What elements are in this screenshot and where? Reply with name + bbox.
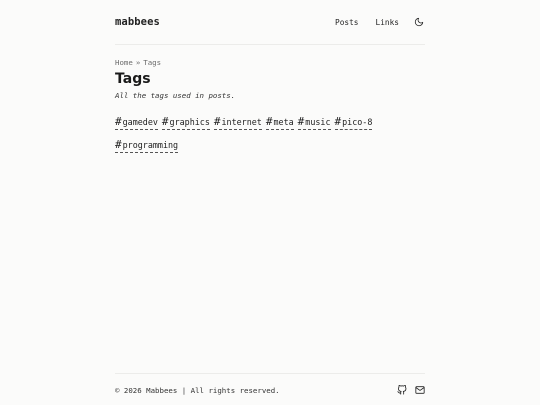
site-header: mabbees Posts Links — [115, 0, 425, 45]
tag-label: music — [305, 117, 331, 127]
tag-label: pico-8 — [342, 117, 373, 127]
tag-label: meta — [273, 117, 294, 127]
breadcrumb: Home » Tags — [115, 57, 425, 68]
hash-icon: # — [265, 115, 273, 128]
tag-label: graphics — [169, 117, 210, 127]
mail-icon — [415, 386, 425, 394]
github-icon — [397, 385, 407, 395]
main-nav: Posts Links — [318, 16, 425, 28]
page: mabbees Posts Links Home » Tags Tags All… — [0, 0, 540, 405]
tag-list: # gamedev # graphics # internet # meta #… — [115, 116, 385, 153]
breadcrumb-separator: » — [135, 58, 141, 67]
github-link[interactable] — [397, 385, 407, 395]
tag-label: programming — [122, 140, 179, 150]
main-content: Home » Tags Tags All the tags used in po… — [115, 57, 425, 153]
tag-link-gamedev[interactable]: # gamedev — [115, 116, 158, 130]
hash-icon: # — [115, 138, 122, 151]
footer-social-links — [397, 385, 425, 395]
nav-links-link[interactable]: Links — [376, 18, 399, 27]
breadcrumb-current: Tags — [143, 58, 162, 67]
hash-icon: # — [115, 115, 122, 128]
tag-link-graphics[interactable]: # graphics — [161, 115, 210, 130]
tag-link-music[interactable]: # music — [297, 115, 331, 130]
tag-link-programming[interactable]: # programming — [115, 138, 179, 153]
tag-label: gamedev — [122, 117, 158, 127]
page-title: Tags — [115, 71, 151, 87]
copyright-text: © 2026 Mabbees | All rights reserved. — [115, 385, 280, 395]
tag-link-meta[interactable]: # meta — [265, 115, 294, 130]
tag-link-pico-8[interactable]: # pico-8 — [334, 115, 373, 130]
moon-icon — [414, 17, 424, 27]
tag-link-internet[interactable]: # internet — [213, 115, 262, 130]
brand-link[interactable]: mabbees — [115, 16, 160, 28]
hash-icon: # — [297, 115, 305, 128]
hash-icon: # — [213, 115, 221, 128]
nav-posts-link[interactable]: Posts — [335, 18, 358, 27]
breadcrumb-home-link[interactable]: Home — [115, 58, 133, 67]
theme-toggle-button[interactable] — [413, 16, 425, 28]
hash-icon: # — [161, 115, 169, 128]
hash-icon: # — [334, 115, 342, 128]
email-link[interactable] — [415, 385, 425, 395]
site-footer: © 2026 Mabbees | All rights reserved. — [115, 373, 425, 405]
tag-label: internet — [221, 117, 262, 127]
page-description: All the tags used in posts. — [115, 91, 236, 100]
